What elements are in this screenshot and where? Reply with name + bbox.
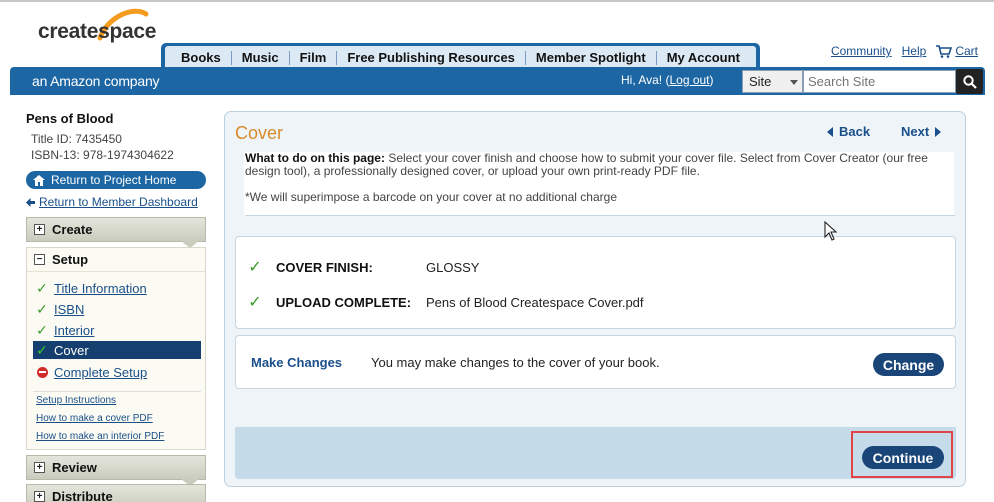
- accordion-setup[interactable]: − Setup: [27, 248, 205, 272]
- step-cover-label: Cover: [54, 342, 89, 358]
- amazon-tagline: an Amazon company: [32, 73, 160, 89]
- checkmark-icon: ✓: [248, 259, 262, 276]
- createspace-logo[interactable]: createspace: [36, 8, 166, 60]
- checkmark-icon: ✓: [36, 300, 48, 317]
- home-icon: [33, 174, 45, 186]
- step-complete-setup[interactable]: Complete Setup: [33, 363, 201, 381]
- search-scope-select[interactable]: Site: [742, 70, 803, 93]
- page-title: Cover: [235, 123, 284, 143]
- step-interior[interactable]: ✓ Interior: [33, 321, 201, 339]
- accordion-create[interactable]: + Create: [26, 217, 206, 248]
- next-label: Next: [901, 124, 930, 139]
- nav-tab-member-spotlight[interactable]: Member Spotlight: [524, 51, 656, 65]
- return-to-dashboard[interactable]: Return to Member Dashboard: [26, 195, 198, 209]
- logout-link[interactable]: Log out: [669, 73, 709, 87]
- search-icon: [962, 74, 977, 89]
- isbn-13: ISBN-13: 978-1974304622: [31, 148, 174, 162]
- search-input[interactable]: [803, 70, 956, 93]
- search-button[interactable]: [956, 69, 983, 94]
- expand-plus-icon: +: [34, 491, 45, 502]
- top-border: [0, 0, 994, 2]
- return-to-project-home-button[interactable]: Return to Project Home: [26, 171, 206, 189]
- utility-links: Community Help Cart: [831, 44, 978, 58]
- next-button[interactable]: Next: [901, 124, 942, 139]
- accordion-review-label: Review: [52, 460, 97, 475]
- main-nav: Books Music Film Free Publishing Resourc…: [161, 43, 760, 70]
- setup-divider: [33, 391, 201, 392]
- setup-instructions-link[interactable]: Setup Instructions: [36, 395, 116, 406]
- setup-panel: − Setup ✓ Title Information ✓ ISBN ✓ Int…: [26, 247, 206, 450]
- logo-text: createspace: [38, 20, 157, 43]
- nav-tab-film[interactable]: Film: [288, 51, 337, 65]
- accordion-review[interactable]: + Review: [26, 455, 206, 486]
- help-link[interactable]: Help: [902, 44, 927, 58]
- step-isbn-link[interactable]: ISBN: [54, 302, 84, 317]
- cart-icon: [936, 45, 953, 59]
- status-row-upload-complete: ✓ UPLOAD COMPLETE: Pens of Blood Creates…: [248, 292, 644, 312]
- make-changes-box: Make Changes You may make changes to the…: [235, 335, 956, 389]
- expand-plus-icon: +: [34, 224, 45, 235]
- nav-tab-music[interactable]: Music: [230, 51, 289, 65]
- search-scope-value: Site: [749, 74, 772, 89]
- nav-tab-free-publishing-resources[interactable]: Free Publishing Resources: [336, 51, 525, 65]
- user-greeting: Hi, Ava! (Log out): [621, 73, 714, 87]
- mouse-cursor-icon: [824, 221, 838, 241]
- change-button[interactable]: Change: [873, 353, 944, 376]
- instructions-label: What to do on this page:: [245, 151, 385, 165]
- status-value: Pens of Blood Createspace Cover.pdf: [426, 294, 644, 310]
- accordion-distribute-label: Distribute: [52, 489, 113, 502]
- community-link[interactable]: Community: [831, 44, 892, 58]
- back-label: Back: [839, 124, 871, 139]
- cart-link[interactable]: Cart: [936, 44, 978, 59]
- return-to-dashboard-link[interactable]: Return to Member Dashboard: [39, 195, 198, 209]
- status-label: UPLOAD COMPLETE:: [276, 294, 412, 310]
- instructions: What to do on this page: Select your cov…: [244, 152, 954, 216]
- status-label: COVER FINISH:: [276, 259, 373, 275]
- step-cover-active[interactable]: ✓ Cover: [33, 341, 201, 359]
- barcode-note: *We will superimpose a barcode on your c…: [245, 190, 617, 204]
- collapse-minus-icon: −: [34, 254, 45, 265]
- panel-footer: Continue: [235, 427, 956, 479]
- interior-pdf-help-link[interactable]: How to make an interior PDF: [36, 431, 164, 442]
- cart-label: Cart: [955, 44, 978, 58]
- chevron-down-icon: [790, 80, 798, 85]
- checkmark-icon: ✓: [248, 294, 262, 311]
- make-changes-title: Make Changes: [251, 355, 343, 370]
- accordion-create-label: Create: [52, 222, 93, 237]
- nav-tab-books[interactable]: Books: [171, 51, 231, 65]
- step-interior-link[interactable]: Interior: [54, 323, 94, 338]
- checkmark-icon: ✓: [36, 279, 48, 296]
- make-changes-text: You may make changes to the cover of you…: [371, 355, 660, 370]
- step-complete-setup-link[interactable]: Complete Setup: [54, 365, 147, 380]
- arrow-left-icon: [26, 197, 35, 207]
- step-isbn[interactable]: ✓ ISBN: [33, 300, 201, 318]
- checkmark-icon: ✓: [36, 341, 48, 358]
- project-title: Pens of Blood: [26, 111, 114, 126]
- accordion-setup-label: Setup: [52, 252, 89, 267]
- continue-highlight-box: [851, 431, 953, 478]
- chevron-left-icon: [827, 126, 833, 137]
- checkmark-icon: ✓: [36, 321, 48, 338]
- nav-tab-my-account[interactable]: My Account: [655, 51, 750, 65]
- cover-pdf-help-link[interactable]: How to make a cover PDF: [36, 413, 153, 424]
- stop-icon: [37, 366, 48, 378]
- instructions-divider: [245, 215, 955, 216]
- expand-plus-icon: +: [34, 462, 45, 473]
- step-title-information-link[interactable]: Title Information: [54, 281, 147, 296]
- cover-status-box: ✓ COVER FINISH: GLOSSY ✓ UPLOAD COMPLETE…: [235, 236, 956, 329]
- step-title-information[interactable]: ✓ Title Information: [33, 279, 201, 297]
- title-id: Title ID: 7435450: [31, 132, 122, 146]
- greeting-end: ): [709, 73, 714, 87]
- accordion-distribute[interactable]: + Distribute: [26, 484, 206, 502]
- chevron-right-icon: [935, 126, 942, 137]
- status-row-cover-finish: ✓ COVER FINISH: GLOSSY: [248, 257, 479, 277]
- greeting-text: Hi, Ava! (: [621, 73, 670, 87]
- back-button[interactable]: Back: [827, 124, 870, 139]
- status-value: GLOSSY: [426, 259, 480, 275]
- return-to-project-home-label: Return to Project Home: [51, 173, 177, 187]
